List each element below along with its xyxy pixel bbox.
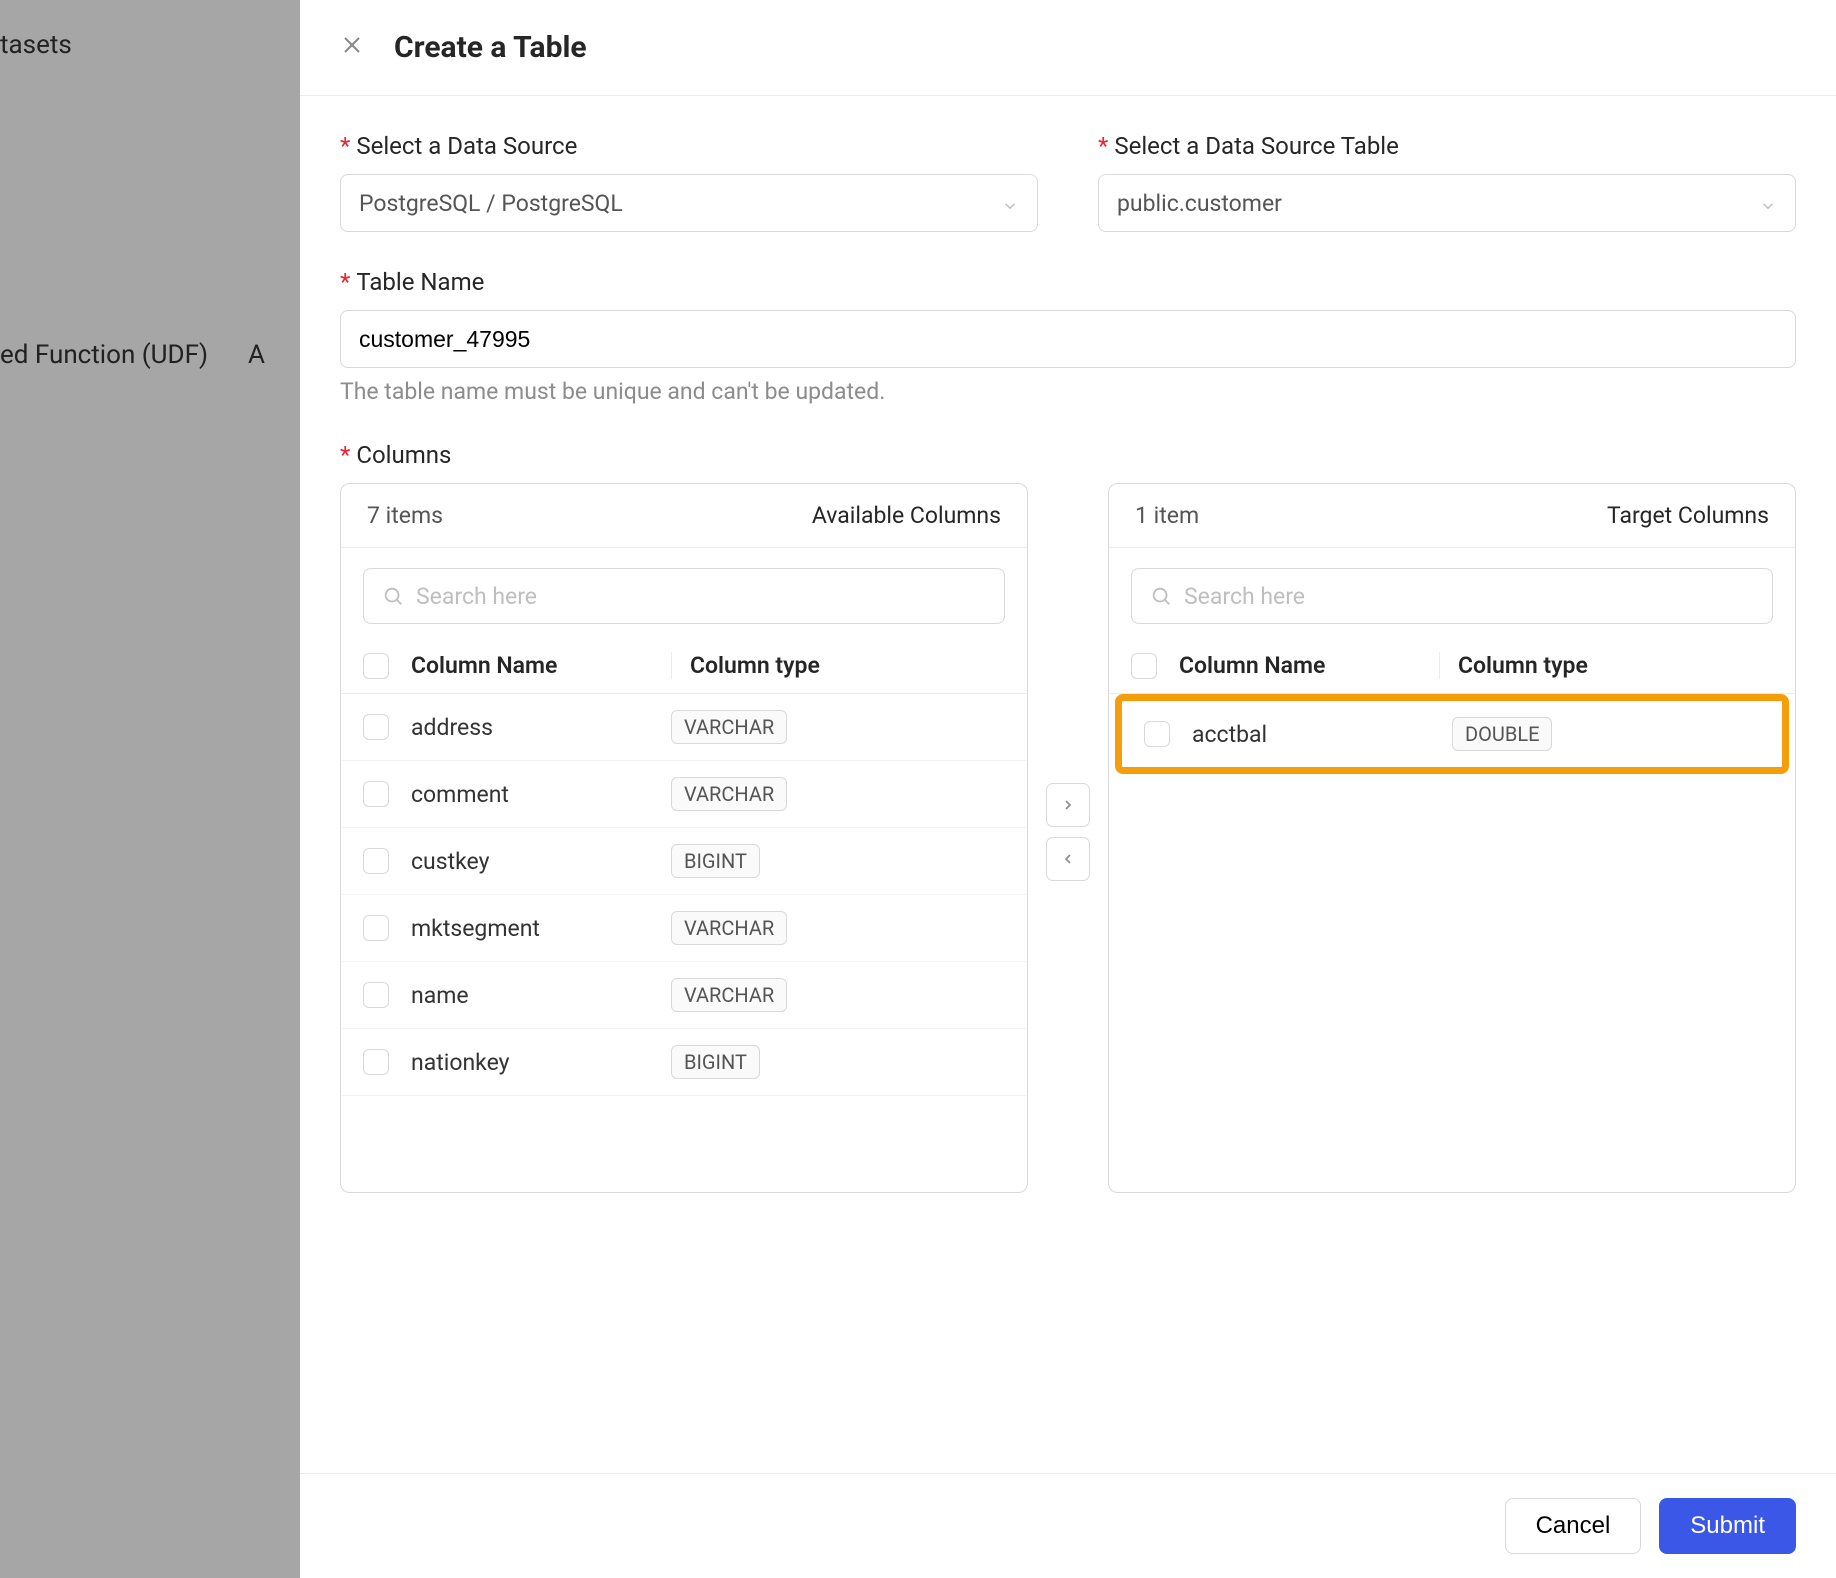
available-header-name: Column Name [411, 652, 671, 679]
chevron-down-icon [1001, 194, 1019, 212]
chevron-down-icon [1759, 194, 1777, 212]
row-checkbox[interactable] [363, 982, 389, 1008]
type-badge: BIGINT [671, 844, 760, 878]
submit-button[interactable]: Submit [1659, 1498, 1796, 1554]
table-row[interactable]: address VARCHAR [341, 694, 1027, 761]
target-search-input[interactable]: Search here [1131, 568, 1773, 624]
columns-section-label: *Columns [340, 441, 1796, 469]
data-source-table-select[interactable]: public.customer [1098, 174, 1796, 232]
table-name-label: *Table Name [340, 268, 1796, 296]
target-columns-panel: 1 item Target Columns Search here Column… [1108, 483, 1796, 1193]
move-left-button[interactable] [1046, 837, 1090, 881]
columns-transfer: 7 items Available Columns Search here Co… [340, 483, 1796, 1193]
row-checkbox[interactable] [363, 781, 389, 807]
available-count: 7 items [367, 502, 443, 529]
available-title: Available Columns [812, 502, 1001, 529]
row-checkbox[interactable] [363, 714, 389, 740]
data-source-table-label: *Select a Data Source Table [1098, 132, 1796, 160]
create-table-modal: Create a Table *Select a Data Source Pos… [300, 0, 1836, 1578]
transfer-buttons [1046, 783, 1090, 881]
table-name-input-wrap [340, 310, 1796, 368]
data-source-select[interactable]: PostgreSQL / PostgreSQL [340, 174, 1038, 232]
table-row-highlighted[interactable]: acctbal DOUBLE [1115, 694, 1789, 774]
modal-header: Create a Table [300, 0, 1836, 96]
type-badge: VARCHAR [671, 978, 787, 1012]
target-rows: acctbal DOUBLE [1109, 694, 1795, 1192]
row-checkbox[interactable] [363, 1049, 389, 1075]
modal-title: Create a Table [394, 30, 587, 65]
modal-footer: Cancel Submit [300, 1473, 1836, 1578]
available-search-placeholder: Search here [416, 583, 537, 610]
table-row[interactable]: mktsegment VARCHAR [341, 895, 1027, 962]
type-badge: DOUBLE [1452, 717, 1552, 751]
data-source-value: PostgreSQL / PostgreSQL [359, 190, 623, 217]
type-badge: VARCHAR [671, 777, 787, 811]
target-header-name: Column Name [1179, 652, 1439, 679]
table-row[interactable]: name VARCHAR [341, 962, 1027, 1029]
type-badge: BIGINT [671, 1045, 760, 1079]
table-row[interactable]: custkey BIGINT [341, 828, 1027, 895]
data-source-table-value: public.customer [1117, 190, 1282, 217]
table-name-input[interactable] [359, 326, 1777, 353]
search-icon [1150, 585, 1172, 607]
type-badge: VARCHAR [671, 911, 787, 945]
row-checkbox[interactable] [363, 848, 389, 874]
available-select-all-checkbox[interactable] [363, 653, 389, 679]
search-icon [382, 585, 404, 607]
data-source-label: *Select a Data Source [340, 132, 1038, 160]
table-row[interactable]: nationkey BIGINT [341, 1029, 1027, 1096]
move-right-button[interactable] [1046, 783, 1090, 827]
target-count: 1 item [1135, 502, 1199, 529]
table-name-helper: The table name must be unique and can't … [340, 378, 1796, 405]
available-header-type: Column type [671, 652, 1005, 679]
type-badge: VARCHAR [671, 710, 787, 744]
cancel-button[interactable]: Cancel [1505, 1498, 1642, 1554]
available-columns-panel: 7 items Available Columns Search here Co… [340, 483, 1028, 1193]
modal-body: *Select a Data Source PostgreSQL / Postg… [300, 96, 1836, 1473]
row-checkbox[interactable] [363, 915, 389, 941]
available-rows: address VARCHAR comment VARCHAR custkey … [341, 694, 1027, 1192]
target-select-all-checkbox[interactable] [1131, 653, 1157, 679]
available-search-input[interactable]: Search here [363, 568, 1005, 624]
close-icon[interactable] [340, 33, 364, 63]
target-title: Target Columns [1607, 502, 1769, 529]
row-checkbox[interactable] [1144, 721, 1170, 747]
table-row[interactable]: comment VARCHAR [341, 761, 1027, 828]
target-search-placeholder: Search here [1184, 583, 1305, 610]
target-header-type: Column type [1439, 652, 1773, 679]
